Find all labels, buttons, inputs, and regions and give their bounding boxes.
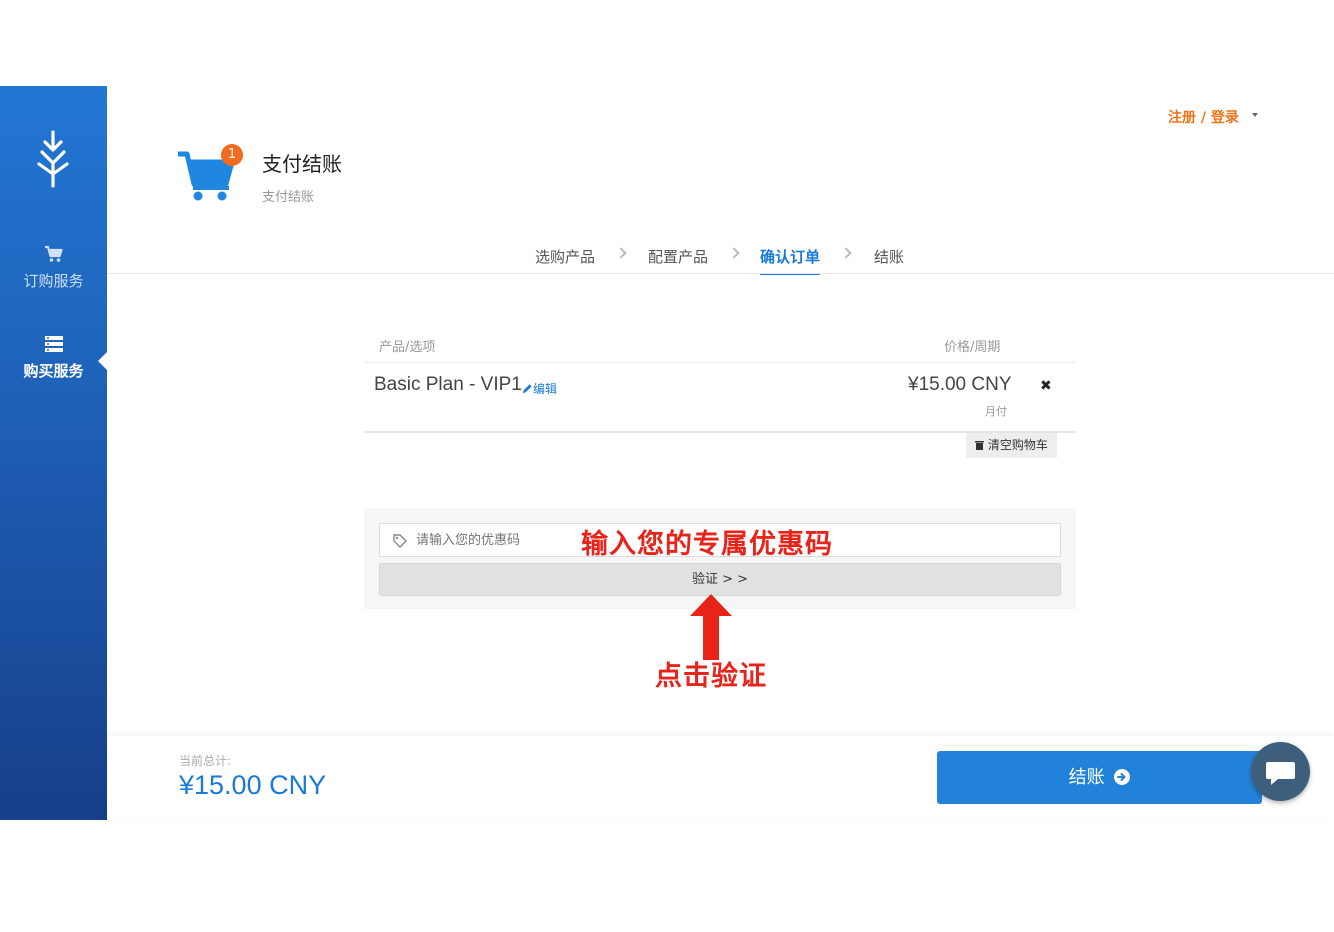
column-header-product: 产品/选项 [379, 340, 436, 355]
sidebar-item-label: 订购服务 [23, 272, 84, 290]
product-name: Basic Plan - VIP1 [374, 374, 522, 395]
chevron-down-icon[interactable] [1252, 113, 1258, 117]
step-select-product[interactable]: 选购产品 [535, 246, 595, 267]
server-list-icon [44, 336, 63, 352]
empty-cart-label: 清空购物车 [987, 438, 1048, 452]
chevron-right-icon [840, 247, 852, 259]
checkout-label: 结账 [1068, 767, 1105, 788]
steps-divider [107, 273, 1334, 274]
trash-icon [975, 441, 985, 450]
edit-product-link[interactable]: 编辑 [522, 380, 557, 397]
step-confirm-order[interactable]: 确认订单 [760, 246, 821, 275]
login-register-link[interactable]: 注册 / 登录 [1168, 107, 1239, 127]
active-indicator [98, 352, 107, 370]
total-label: 当前总计: [179, 754, 232, 768]
arrow-up-icon [690, 594, 732, 660]
column-header-price: 价格/周期 [944, 340, 1001, 355]
sidebar: 订购服务 购买服务 [0, 86, 107, 820]
billing-cycle: 月付 [985, 405, 1007, 418]
empty-cart-button[interactable]: 清空购物车 [966, 433, 1057, 458]
brand-logo[interactable] [34, 130, 72, 188]
annotation-input-hint: 输入您的专属优惠码 [581, 529, 833, 560]
remove-item-icon[interactable]: ✖ [1040, 378, 1052, 394]
verify-coupon-button[interactable]: 验证 > > [379, 563, 1061, 596]
table-divider [364, 362, 1076, 363]
order-summary-bar: 当前总计: ¥15.00 CNY 结账 [107, 736, 1334, 820]
step-configure-product[interactable]: 配置产品 [648, 246, 708, 267]
cart-icon [44, 245, 63, 262]
app-frame: 订购服务 购买服务 注册 / 登录 1 支付结账 支付结账 选购产品 配置产品 [0, 86, 1334, 820]
chevron-right-icon [615, 247, 627, 259]
checkout-button[interactable]: 结账 [937, 751, 1262, 804]
page-subtitle: 支付结账 [262, 190, 315, 205]
live-chat-button[interactable] [1251, 742, 1310, 801]
sidebar-item-buy-service[interactable]: 购买服务 [0, 334, 107, 381]
page-title: 支付结账 [262, 152, 342, 176]
edit-label: 编辑 [533, 382, 558, 396]
arrow-circle-right-icon [1114, 769, 1131, 785]
sidebar-item-label: 购买服务 [23, 362, 84, 380]
annotation-click-hint: 点击验证 [655, 661, 767, 692]
sidebar-item-order-service[interactable]: 订购服务 [0, 244, 107, 291]
total-value: ¥15.00 CNY [179, 770, 327, 800]
product-price: ¥15.00 CNY [908, 374, 1012, 395]
chevron-right-icon [728, 247, 740, 259]
cart-count-badge: 1 [221, 144, 243, 166]
step-checkout[interactable]: 结账 [874, 246, 904, 267]
pencil-icon [523, 384, 532, 393]
tag-icon [393, 534, 407, 548]
chat-icon [1266, 762, 1295, 785]
